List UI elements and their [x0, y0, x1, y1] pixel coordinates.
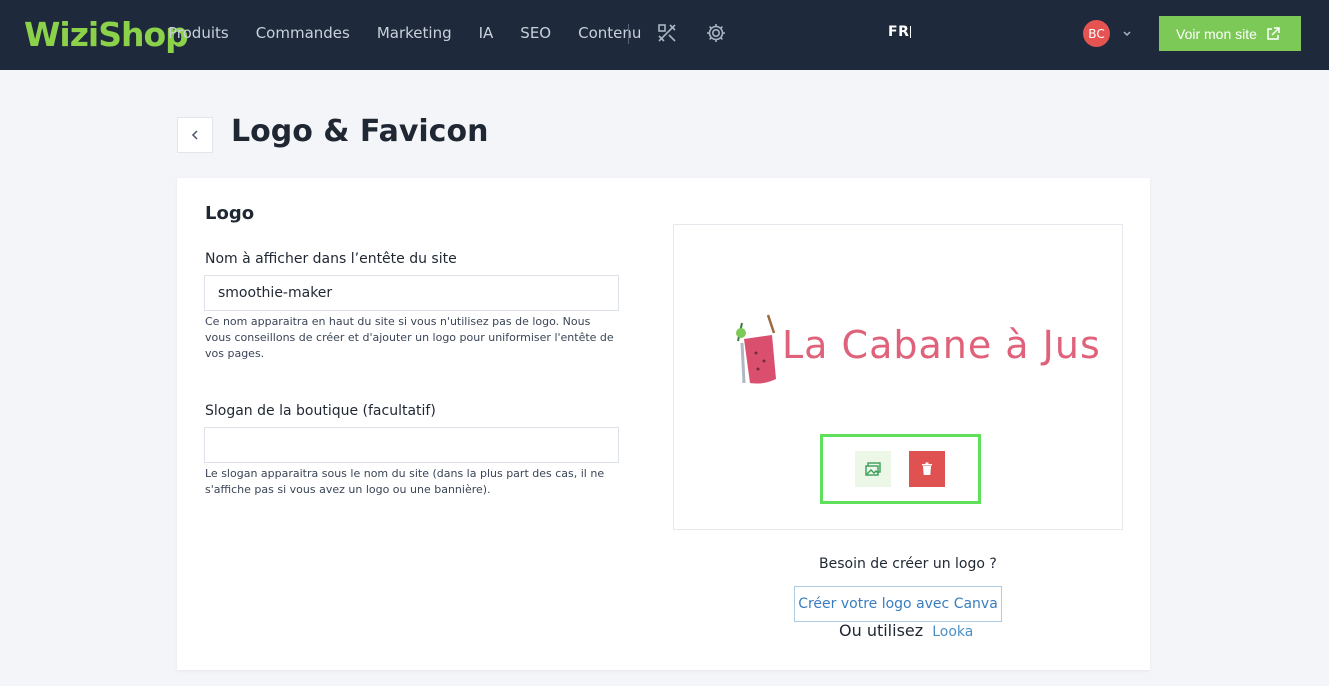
view-site-button[interactable]: Voir mon site	[1159, 16, 1301, 51]
brand-name: WiziShop	[24, 14, 189, 54]
need-logo-text: Besoin de créer un logo ?	[819, 556, 997, 572]
top-navigation-bar: WiziShop Produits Commandes Marketing IA…	[0, 0, 1329, 70]
back-button[interactable]	[177, 117, 213, 153]
language-divider	[910, 26, 911, 38]
nav-item-marketing[interactable]: Marketing	[377, 24, 452, 42]
user-avatar[interactable]: BC	[1083, 20, 1110, 47]
card-title: Logo	[205, 203, 255, 224]
logo-actions	[820, 434, 981, 504]
nav-item-commandes[interactable]: Commandes	[256, 24, 350, 42]
image-icon	[865, 462, 881, 476]
site-name-help: Ce nom apparaitra en haut du site si vou…	[205, 315, 614, 360]
slogan-label: Slogan de la boutique (facultatif)	[205, 403, 436, 419]
language-selector[interactable]: FR	[888, 24, 909, 40]
main-nav: Produits Commandes Marketing IA SEO Cont…	[168, 0, 668, 66]
site-name-label: Nom à afficher dans l’entête du site	[205, 251, 457, 267]
chevron-down-icon[interactable]	[1120, 27, 1134, 39]
or-use-text: Ou utilisez Looka	[839, 621, 973, 640]
delete-logo-button[interactable]	[909, 451, 945, 487]
slogan-help: Le slogan apparaitra sous le nom du site…	[205, 467, 605, 496]
trash-icon	[922, 462, 932, 475]
logo-preview: La Cabane à Jus	[673, 224, 1123, 530]
site-name-input[interactable]	[204, 275, 619, 311]
view-site-label: Voir mon site	[1176, 25, 1257, 42]
tools-icon[interactable]	[656, 22, 678, 44]
or-use-label: Ou utilisez	[839, 621, 924, 640]
gear-icon[interactable]	[705, 22, 727, 44]
nav-item-seo[interactable]: SEO	[520, 24, 551, 42]
external-link-icon	[1267, 27, 1280, 40]
chevron-left-icon	[191, 130, 198, 140]
page-title: Logo & Favicon	[231, 114, 489, 149]
logo-card: Logo Nom à afficher dans l’entête du sit…	[177, 178, 1150, 670]
nav-divider	[628, 24, 629, 44]
create-logo-canva-button[interactable]: Créer votre logo avec Canva	[794, 586, 1002, 622]
nav-item-contenu[interactable]: Contenu	[578, 24, 641, 42]
slogan-input[interactable]	[204, 427, 619, 463]
logo-text: La Cabane à Jus	[782, 323, 1101, 367]
looka-link[interactable]: Looka	[932, 624, 973, 640]
wizishop-logo[interactable]: WiziShop	[24, 12, 189, 56]
nav-item-produits[interactable]: Produits	[168, 24, 229, 42]
replace-image-button[interactable]	[855, 451, 891, 487]
nav-item-ia[interactable]: IA	[479, 24, 494, 42]
